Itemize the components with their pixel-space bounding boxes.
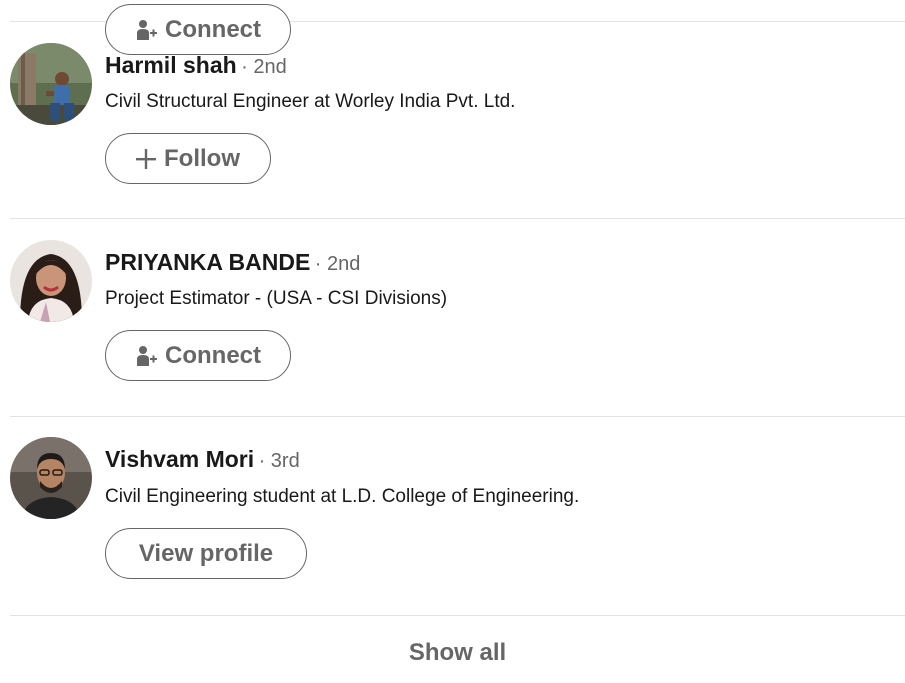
add-person-icon [135, 19, 157, 41]
add-person-icon [135, 345, 157, 367]
view-profile-button-label: View profile [138, 539, 274, 567]
person-headline: Civil Engineering student at L.D. Colleg… [105, 486, 580, 507]
avatar[interactable] [10, 437, 92, 519]
divider [10, 416, 905, 417]
follow-button[interactable]: Follow [105, 133, 271, 184]
view-profile-button[interactable]: View profile [105, 528, 307, 579]
avatar[interactable] [10, 240, 92, 322]
person-name[interactable]: Vishvam Mori [105, 446, 254, 472]
follow-button-label: Follow [164, 144, 240, 172]
person-name-line: Vishvam Mori · 3rd [105, 444, 300, 474]
divider [10, 615, 905, 616]
plus-icon [136, 148, 156, 169]
person-name[interactable]: PRIYANKA BANDE [105, 249, 310, 275]
connection-degree: · 2nd [314, 253, 361, 275]
avatar[interactable] [10, 43, 92, 125]
connect-button[interactable]: Connect [105, 330, 291, 381]
show-all-button[interactable]: Show all [10, 633, 905, 673]
person-name-line: PRIYANKA BANDE · 2nd [105, 247, 360, 277]
connection-degree: · 3rd [258, 450, 300, 472]
person-headline: Project Estimator - (USA - CSI Divisions… [105, 288, 448, 309]
person-name[interactable]: Harmil shah [105, 52, 237, 78]
people-list: Connect Harmil shah · 2nd Civil Structur… [0, 0, 905, 683]
divider [10, 218, 905, 219]
person-headline: Civil Structural Engineer at Worley Indi… [105, 91, 516, 112]
connect-button-previous[interactable]: Connect [105, 4, 291, 55]
connect-button-label: Connect [165, 15, 261, 43]
connect-button-label: Connect [165, 341, 261, 369]
connection-degree: · 2nd [241, 56, 287, 78]
